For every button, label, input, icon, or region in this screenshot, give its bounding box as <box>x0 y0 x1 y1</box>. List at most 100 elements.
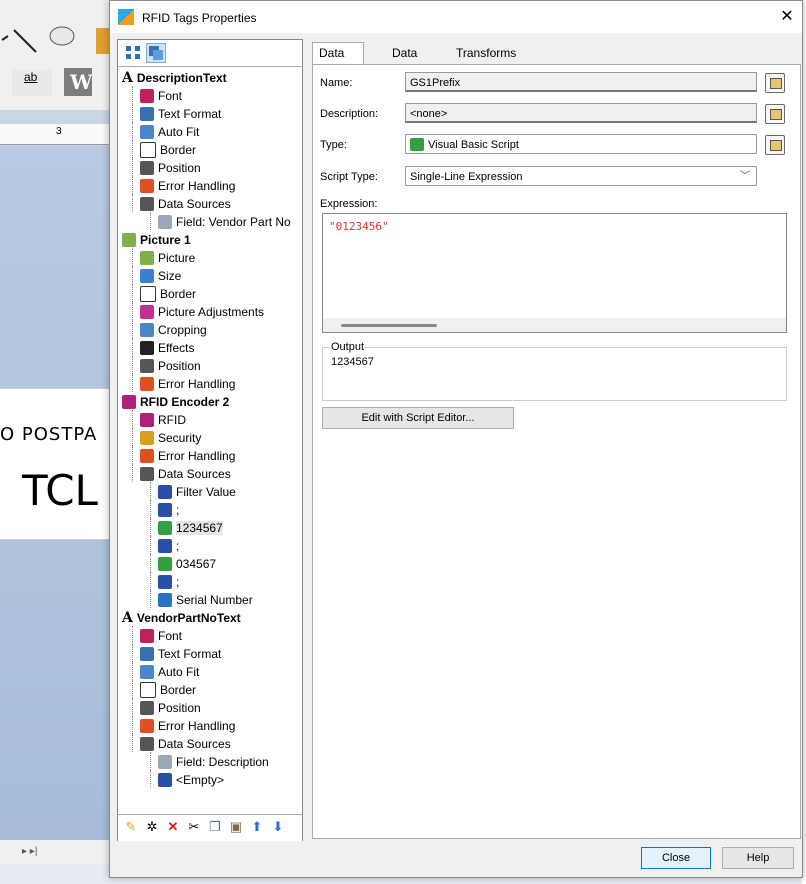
tree-node[interactable]: Text Format <box>140 644 221 662</box>
position-icon <box>140 160 154 175</box>
name-field[interactable]: GS1Prefix <box>405 72 757 92</box>
tree-node[interactable]: A VendorPartNoText <box>122 608 241 626</box>
type-field[interactable]: Visual Basic Script <box>405 134 757 154</box>
tree-connector <box>132 176 133 194</box>
tree-node[interactable]: Picture 1 <box>122 230 191 248</box>
expand-all-icon[interactable] <box>124 43 142 61</box>
tree-node[interactable]: Error Handling <box>140 176 235 194</box>
background-ruler: 3 <box>0 124 110 145</box>
tree-node[interactable]: Position <box>140 158 201 176</box>
tree-node[interactable]: Error Handling <box>140 716 235 734</box>
text-object-icon: A <box>122 609 133 626</box>
paste-icon[interactable]: ▣ <box>229 820 243 834</box>
text-object-icon: A <box>122 69 133 86</box>
tree-node[interactable]: Cropping <box>140 320 207 338</box>
tree-node[interactable]: Size <box>140 266 181 284</box>
tree-node[interactable]: Text Format <box>140 104 221 122</box>
tree-node[interactable]: Data Sources <box>140 734 231 752</box>
tree-node[interactable]: Position <box>140 356 201 374</box>
tree-node[interactable]: Error Handling <box>140 374 235 392</box>
tree-node[interactable]: 1234567 <box>158 518 223 536</box>
cut-icon[interactable]: ✂ <box>187 820 201 834</box>
tree-node-label: RFID Encoder 2 <box>140 394 230 409</box>
tree-node[interactable]: RFID Encoder 2 <box>122 392 229 410</box>
tree-node[interactable]: Data Sources <box>140 194 231 212</box>
edit-script-button[interactable]: Edit with Script Editor... <box>322 407 514 429</box>
tree-node[interactable]: Field: Description <box>158 752 269 770</box>
tree-node[interactable]: RFID <box>140 410 186 428</box>
scroll-thumb[interactable] <box>341 324 437 327</box>
move-down-icon[interactable]: ⬇ <box>271 820 285 834</box>
tree-node[interactable]: Serial Number <box>158 590 253 608</box>
type-label: Type: <box>320 139 347 151</box>
tree-node-label: Filter Value <box>176 484 236 499</box>
expression-editor[interactable]: "0123456" <box>322 213 787 333</box>
description-field[interactable]: <none> <box>405 103 757 123</box>
close-button[interactable]: Close <box>641 847 711 869</box>
expression-hscrollbar[interactable] <box>323 318 786 332</box>
tree-node-label: Data Sources <box>158 736 231 751</box>
new-icon[interactable]: ✎ <box>124 820 138 834</box>
tree-connector <box>132 86 133 104</box>
name-picker-icon[interactable] <box>765 73 785 93</box>
tree-node[interactable]: A DescriptionText <box>122 68 227 86</box>
tree-node[interactable]: ; <box>158 572 179 590</box>
tree-node[interactable]: Effects <box>140 338 194 356</box>
script-type-label: Script Type: <box>320 171 378 183</box>
tree-node-label: VendorPartNoText <box>136 610 241 625</box>
delete-icon[interactable]: ✕ <box>166 820 180 834</box>
tree-node[interactable]: <Empty> <box>158 770 224 788</box>
type-value: Visual Basic Script <box>428 139 519 151</box>
tree-node-label: Effects <box>158 340 195 355</box>
description-picker-icon[interactable] <box>765 104 785 124</box>
tree-node[interactable]: Border <box>140 680 196 698</box>
tree-node[interactable]: Picture <box>140 248 195 266</box>
tree-connector <box>132 446 133 464</box>
move-up-icon[interactable]: ⬆ <box>250 820 264 834</box>
tree-node[interactable]: Security <box>140 428 201 446</box>
tree-node[interactable]: Filter Value <box>158 482 236 500</box>
tab-data-type[interactable]: Data Type <box>386 43 424 80</box>
tree-node[interactable]: Data Sources <box>140 464 231 482</box>
tree-node[interactable]: Field: Vendor Part No <box>158 212 291 230</box>
tree-node[interactable]: Position <box>140 698 201 716</box>
tab-transforms[interactable]: Transforms <box>450 43 522 63</box>
tree-node-label: Text Format <box>158 646 222 661</box>
tree-connector <box>132 464 133 482</box>
tree-node[interactable]: Border <box>140 140 196 158</box>
tree-node[interactable]: Font <box>140 626 182 644</box>
tree-node[interactable]: Border <box>140 284 196 302</box>
tree-connector <box>132 140 133 158</box>
tab-data-source[interactable]: Data Source <box>312 42 365 80</box>
close-icon[interactable]: ✕ <box>776 7 798 27</box>
tree-node[interactable]: 034567 <box>158 554 216 572</box>
type-picker-icon[interactable] <box>765 135 785 155</box>
tree-node-label: Field: Vendor Part No <box>176 214 291 229</box>
tree-node[interactable]: ; <box>158 500 179 518</box>
background-toolbar: ab W <box>0 0 110 110</box>
help-button[interactable]: Help <box>722 847 794 869</box>
picture-adjustments-icon <box>140 304 154 319</box>
tree-node[interactable]: Auto Fit <box>140 122 199 140</box>
tree-connector <box>132 662 133 680</box>
tree-connector <box>150 518 151 536</box>
script-type-dropdown[interactable]: Single-Line Expression ﹀ <box>405 166 757 186</box>
w-glyph: W <box>70 70 93 94</box>
tree-connector <box>132 320 133 338</box>
label-text-line1: O POSTPA <box>0 424 98 445</box>
tree-node[interactable]: ; <box>158 536 179 554</box>
scroll-arrows-icon[interactable]: ▸ ▸| <box>22 846 37 857</box>
layers-icon[interactable] <box>146 43 166 63</box>
tree-node[interactable]: Font <box>140 86 182 104</box>
tree-node-label: Error Handling <box>158 376 236 391</box>
output-group: Output 1234567 <box>322 341 787 401</box>
description-label: Description: <box>320 108 379 120</box>
tree-node[interactable]: Error Handling <box>140 446 235 464</box>
label-text-line2: TCL <box>22 466 98 515</box>
tree-node[interactable]: Picture Adjustments <box>140 302 264 320</box>
wand-icon[interactable]: ✲ <box>145 820 159 834</box>
object-tree[interactable]: A DescriptionText Font Text Format Auto Fit B… <box>118 68 302 808</box>
tree-node[interactable]: Auto Fit <box>140 662 199 680</box>
data-sources-icon <box>140 736 154 751</box>
copy-icon[interactable]: ❐ <box>208 820 222 834</box>
